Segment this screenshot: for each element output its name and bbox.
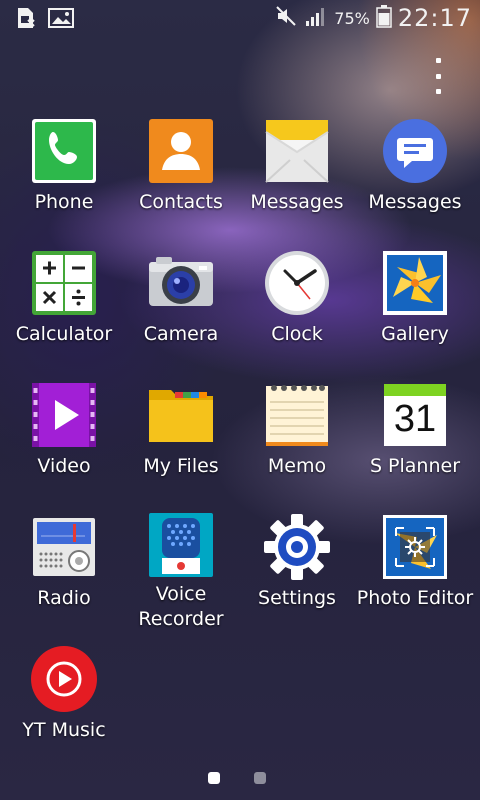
app-label: Radio — [37, 587, 91, 609]
app-label: Contacts — [139, 191, 223, 213]
app-label: Clock — [271, 323, 323, 345]
app-label: Gallery — [381, 323, 449, 345]
app-label: YT Music — [22, 719, 106, 741]
radio-icon — [29, 512, 99, 582]
app-messages-bubble[interactable]: Messages — [356, 116, 474, 236]
app-grid: Phone Contacts Messages Messages Calcula… — [0, 0, 480, 800]
app-gallery[interactable]: Gallery — [356, 248, 474, 368]
app-my-files[interactable]: My Files — [122, 380, 240, 500]
app-label: Messages — [368, 191, 462, 213]
app-label: Messages — [250, 191, 344, 213]
app-phone[interactable]: Phone — [5, 116, 123, 236]
app-video[interactable]: Video — [5, 380, 123, 500]
calculator-icon — [29, 248, 99, 318]
calendar-day-number: 31 — [393, 398, 437, 440]
contacts-icon — [146, 116, 216, 186]
app-label: Camera — [143, 323, 219, 345]
app-radio[interactable]: Radio — [5, 512, 123, 632]
gallery-icon — [380, 248, 450, 318]
page-dot[interactable] — [254, 772, 266, 784]
app-label: Video — [37, 455, 91, 477]
video-icon — [29, 380, 99, 450]
app-yt-music[interactable]: YT Music — [5, 644, 123, 764]
folder-icon — [146, 380, 216, 450]
app-label: My Files — [143, 455, 219, 477]
memo-icon — [262, 380, 332, 450]
app-photo-editor[interactable]: Photo Editor — [356, 512, 474, 632]
yt-music-icon — [29, 644, 99, 714]
app-label: Memo — [267, 455, 327, 477]
photo-editor-icon — [380, 512, 450, 582]
app-camera[interactable]: Camera — [122, 248, 240, 368]
messages-bubble-icon — [380, 116, 450, 186]
page-indicator — [208, 772, 266, 784]
clock-icon — [262, 248, 332, 318]
app-clock[interactable]: Clock — [238, 248, 356, 368]
app-label: Photo Editor — [356, 587, 474, 609]
calendar-icon: 31 — [380, 380, 450, 450]
phone-icon — [29, 116, 99, 186]
app-label: Phone — [34, 191, 94, 213]
camera-icon — [146, 248, 216, 318]
app-label: Voice Recorder — [138, 583, 224, 630]
app-label: Calculator — [15, 323, 113, 345]
app-s-planner[interactable]: 31 S Planner — [356, 380, 474, 500]
app-voice-recorder[interactable]: Voice Recorder — [122, 512, 240, 632]
page-dot-active[interactable] — [208, 772, 220, 784]
app-contacts[interactable]: Contacts — [122, 116, 240, 236]
app-label: S Planner — [369, 455, 461, 477]
app-settings[interactable]: Settings — [238, 512, 356, 632]
microphone-icon — [146, 512, 216, 578]
app-messages-envelope[interactable]: Messages — [238, 116, 356, 236]
app-calculator[interactable]: Calculator — [5, 248, 123, 368]
messages-envelope-icon — [262, 116, 332, 186]
app-label: Settings — [258, 587, 336, 609]
settings-gear-icon — [262, 512, 332, 582]
app-memo[interactable]: Memo — [238, 380, 356, 500]
